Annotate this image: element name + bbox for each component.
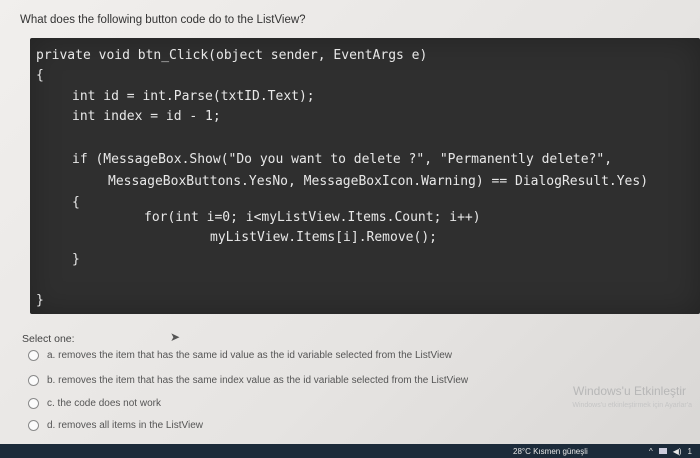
- mouse-cursor-icon: ➤: [170, 330, 181, 344]
- code-line-4: int index = id - 1;: [72, 109, 221, 124]
- code-line-1: private void btn_Click(object sender, Ev…: [36, 48, 428, 63]
- radio-button-icon[interactable]: [28, 349, 39, 361]
- code-line-8: for(int i=0; i<myListView.Items.Count; i…: [144, 210, 481, 225]
- windows-activation-subtitle: Windows'u etkinleştirmek için Ayarlar'a: [572, 402, 692, 409]
- code-block: private void btn_Click(object sender, Ev…: [30, 38, 700, 314]
- windows-activation-watermark: Windows'u Etkinleştir: [573, 384, 686, 398]
- radio-button-icon[interactable]: [28, 397, 39, 409]
- option-a[interactable]: a. removes the item that has the same id…: [28, 347, 452, 363]
- code-line-11: }: [36, 293, 44, 308]
- select-one-label: Select one:: [22, 333, 75, 345]
- taskbar-weather[interactable]: 28°C Kısmen güneşli: [513, 444, 588, 458]
- chevron-up-icon[interactable]: ^: [649, 447, 653, 456]
- option-b[interactable]: b. removes the item that has the same in…: [28, 372, 468, 388]
- code-line-10: }: [72, 252, 80, 267]
- option-d[interactable]: d. removes all items in the ListView: [28, 417, 203, 433]
- code-line-3: int id = int.Parse(txtID.Text);: [72, 89, 315, 104]
- radio-button-icon[interactable]: [28, 374, 39, 386]
- option-c-label: c. the code does not work: [47, 397, 161, 409]
- question-text: What does the following button code do t…: [20, 14, 306, 26]
- system-tray: ^ ◀) 1: [649, 444, 692, 458]
- code-line-5: if (MessageBox.Show("Do you want to dele…: [72, 152, 613, 167]
- tray-number: 1: [687, 446, 692, 456]
- code-line-6: MessageBoxButtons.YesNo, MessageBoxIcon.…: [108, 174, 649, 189]
- option-d-label: d. removes all items in the ListView: [47, 419, 203, 431]
- code-line-9: myListView.Items[i].Remove();: [210, 230, 437, 245]
- code-line-7: {: [72, 195, 80, 210]
- code-line-2: {: [36, 68, 44, 83]
- radio-button-icon[interactable]: [28, 419, 39, 431]
- speaker-icon[interactable]: ◀): [673, 447, 682, 456]
- option-c[interactable]: c. the code does not work: [28, 395, 161, 411]
- battery-icon[interactable]: [658, 448, 667, 454]
- option-a-label: a. removes the item that has the same id…: [47, 349, 453, 361]
- taskbar: [0, 444, 700, 458]
- option-b-label: b. removes the item that has the same in…: [47, 374, 469, 386]
